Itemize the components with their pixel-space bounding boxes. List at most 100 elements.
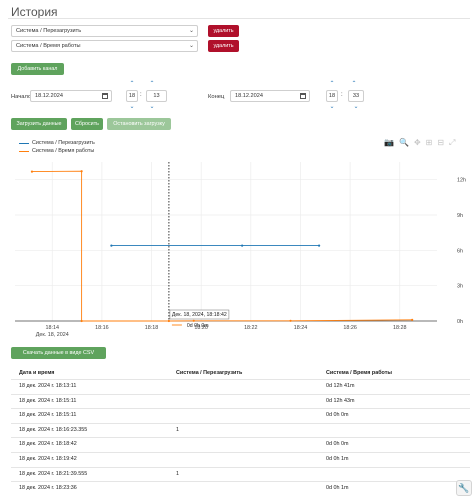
wrench-icon[interactable]: 🔧 xyxy=(456,480,472,496)
chevron-down-icon: ⌄ xyxy=(188,43,194,49)
download-csv-button[interactable]: Скачать данные в виде CSV xyxy=(11,347,106,359)
calendar-icon xyxy=(300,93,306,99)
legend-swatch-reboot xyxy=(19,143,29,144)
table-cell: 18 дек. 2024 г. 18:16:23.355 xyxy=(19,426,88,433)
row-divider xyxy=(11,466,470,468)
x-tick-label: 18:26 xyxy=(343,325,357,331)
start-minute-input[interactable]: 13 xyxy=(146,90,167,102)
table-cell: 0d 0h 1m xyxy=(326,456,349,462)
camera-icon[interactable]: 📷 xyxy=(384,138,394,148)
x-tick-label: 18:28 xyxy=(393,325,407,331)
zoom-in-icon[interactable]: ⊞ xyxy=(426,138,433,148)
add-channel-button[interactable]: Добавить канал xyxy=(11,63,64,75)
end-hour-up-icon[interactable]: ⌃ xyxy=(326,80,338,87)
autoscale-icon[interactable]: ⤢ xyxy=(449,138,455,148)
end-label: Конец xyxy=(208,94,225,100)
data-point xyxy=(317,244,321,247)
title-divider xyxy=(8,18,470,19)
data-point xyxy=(30,170,34,173)
reset-button[interactable]: Сбросить xyxy=(71,118,103,130)
table-cell: 0d 12h 41m xyxy=(326,383,355,389)
data-point xyxy=(110,244,113,247)
end-minute-up-icon[interactable]: ⌃ xyxy=(348,80,360,87)
data-point xyxy=(80,319,83,323)
pan-icon[interactable]: ✥ xyxy=(414,138,421,148)
y-tick-label: 9h xyxy=(457,213,463,219)
start-minute-down-icon[interactable]: ⌄ xyxy=(146,103,158,110)
delete-channel-2-button[interactable]: удалить xyxy=(208,40,239,52)
legend-reboot[interactable]: Система / Перезагрузить xyxy=(32,140,95,146)
table-cell: 18 дек. 2024 г. 18:23:36 xyxy=(19,485,77,492)
start-date-value: 18.12.2024 xyxy=(35,93,63,99)
y-tick-label: 12h xyxy=(457,178,466,184)
calendar-icon xyxy=(102,93,108,99)
data-point xyxy=(80,170,83,173)
channel-select-2-value: Система / Время работы xyxy=(16,43,81,49)
x-tick-label: 18:24 xyxy=(294,325,308,331)
zoom-icon[interactable]: 🔍 xyxy=(399,138,409,148)
end-date-value: 18.12.2024 xyxy=(235,93,263,99)
chevron-down-icon: ⌄ xyxy=(188,28,194,34)
end-hour-input[interactable]: 18 xyxy=(326,90,338,102)
time-colon: : xyxy=(341,92,343,98)
legend-uptime[interactable]: Система / Время работы xyxy=(32,148,94,154)
row-divider xyxy=(11,379,470,380)
x-tick-label: 18:16 xyxy=(95,325,109,331)
data-point xyxy=(411,318,414,321)
start-date-input[interactable]: 18.12.2024 xyxy=(30,90,112,102)
legend-swatch-uptime xyxy=(19,151,29,152)
table-cell: 0d 0h 0m xyxy=(326,412,349,419)
start-hour-up-icon[interactable]: ⌃ xyxy=(126,80,138,87)
table-cell: 0d 0h 1m xyxy=(326,485,349,492)
end-hour-down-icon[interactable]: ⌄ xyxy=(326,103,338,110)
row-divider xyxy=(11,452,470,453)
x-tick-label: 18:22 xyxy=(244,325,258,331)
time-colon: : xyxy=(140,92,142,98)
table-cell: 18 дек. 2024 г. 18:15:11 xyxy=(19,412,77,419)
data-point xyxy=(192,319,195,322)
row-divider xyxy=(11,481,470,483)
row-divider xyxy=(11,422,470,424)
page-title: История xyxy=(11,5,58,19)
channel-select-1[interactable]: Система / Перезагрузить ⌄ xyxy=(11,25,198,37)
start-label: Начало xyxy=(11,94,32,100)
x-tick-label: 18:18 xyxy=(145,325,159,331)
table-cell: 18 дек. 2024 г. 18:13:11 xyxy=(19,383,77,389)
zoom-out-icon[interactable]: ⊟ xyxy=(437,138,444,148)
start-hour-down-icon[interactable]: ⌄ xyxy=(126,103,138,110)
y-tick-label: 6h xyxy=(457,248,463,254)
channel-select-1-value: Система / Перезагрузить xyxy=(16,28,82,34)
y-tick-label: 0h xyxy=(457,319,463,325)
table-cell: 18 дек. 2024 г. 18:21:39.555 xyxy=(19,470,88,477)
column-header-reboot: Система / Перезагрузить xyxy=(176,370,243,376)
series-line-1 xyxy=(31,170,413,322)
end-minute-input[interactable]: 33 xyxy=(348,90,364,102)
table-cell: 1 xyxy=(176,426,179,433)
history-table: Дата и время Система / Перезагрузить Сис… xyxy=(0,364,476,500)
data-point xyxy=(241,244,244,247)
start-minute-up-icon[interactable]: ⌃ xyxy=(146,80,158,87)
hover-tooltip-title: Дек. 18, 2024, 18:18:42 xyxy=(172,312,227,318)
column-header-uptime: Система / Время работы xyxy=(326,370,392,376)
row-divider xyxy=(11,393,470,395)
hover-tooltip-value: 0d 0h 0m xyxy=(187,323,209,329)
data-point xyxy=(289,319,292,322)
end-minute-down-icon[interactable]: ⌄ xyxy=(350,103,362,110)
table-cell: 0d 12h 43m xyxy=(326,397,355,404)
row-divider xyxy=(11,408,470,410)
table-cell: 18 дек. 2024 г. 18:19:42 xyxy=(19,456,77,462)
column-header-datetime: Дата и время xyxy=(19,370,55,376)
delete-channel-1-button[interactable]: удалить xyxy=(208,25,239,37)
start-hour-input[interactable]: 18 xyxy=(126,90,138,102)
stop-loading-button[interactable]: Остановить загрузку xyxy=(107,118,171,130)
row-divider xyxy=(11,437,470,439)
history-chart[interactable]: 18:14 18:16 18:18 18:20 18:22 18:24 18:26 18:28… xyxy=(0,160,476,338)
table-cell: 18 дек. 2024 г. 18:15:11 xyxy=(19,397,77,404)
end-date-input[interactable]: 18.12.2024 xyxy=(230,90,310,102)
x-tick-label: 18:14 xyxy=(45,325,59,331)
channel-select-2[interactable]: Система / Время работы ⌄ xyxy=(11,40,198,52)
table-cell: 0d 0h 0m xyxy=(326,441,349,448)
y-tick-label: 3h xyxy=(457,284,463,290)
chart-toolbar: 📷 🔍 ✥ ⊞ ⊟ ⤢ xyxy=(384,138,455,148)
load-data-button[interactable]: Загрузить данные xyxy=(11,118,67,130)
